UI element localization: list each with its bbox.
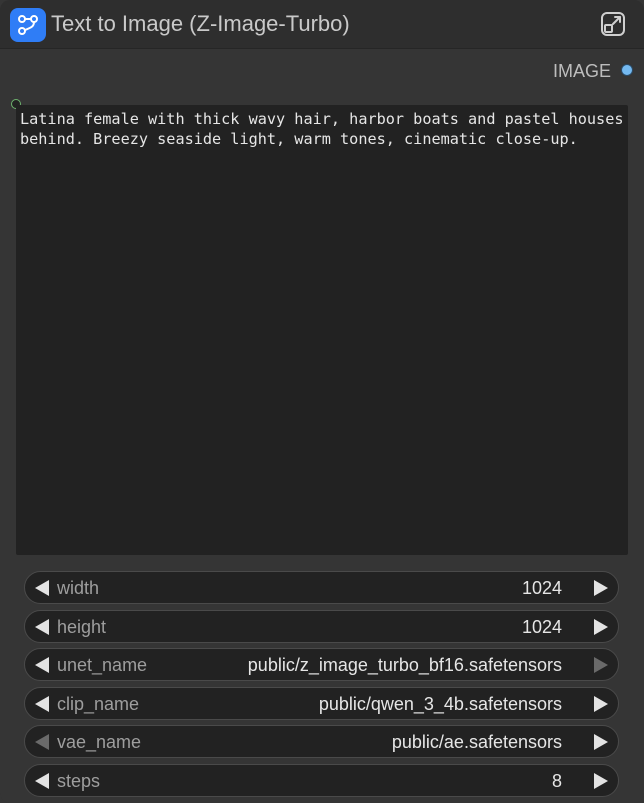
- widget-steps[interactable]: steps 8: [24, 764, 619, 797]
- decrement-arrow-icon[interactable]: [35, 580, 49, 596]
- widget-unet-name[interactable]: unet_name public/z_image_turbo_bf16.safe…: [24, 648, 619, 681]
- widget-width[interactable]: width 1024: [24, 571, 619, 604]
- node-header[interactable]: Text to Image (Z-Image-Turbo): [0, 0, 644, 49]
- subgraph-icon[interactable]: [10, 8, 46, 42]
- prompt-textarea[interactable]: Latina female with thick wavy hair, harb…: [16, 105, 628, 555]
- previous-arrow-icon[interactable]: [35, 657, 49, 673]
- node-title: Text to Image (Z-Image-Turbo): [51, 11, 350, 36]
- next-arrow-icon[interactable]: [594, 657, 608, 673]
- increment-arrow-icon[interactable]: [594, 580, 608, 596]
- widget-value[interactable]: 1024: [522, 578, 562, 599]
- previous-arrow-icon[interactable]: [35, 734, 49, 750]
- widget-value[interactable]: 1024: [522, 617, 562, 638]
- previous-arrow-icon[interactable]: [35, 696, 49, 712]
- widget-label: vae_name: [57, 732, 142, 752]
- widget-label: width: [57, 578, 100, 598]
- widget-value[interactable]: public/ae.safetensors: [392, 732, 562, 753]
- widget-label: steps: [57, 771, 101, 791]
- increment-arrow-icon[interactable]: [594, 619, 608, 635]
- widget-label: height: [57, 617, 107, 637]
- widget-value[interactable]: public/qwen_3_4b.safetensors: [319, 694, 562, 715]
- widget-height[interactable]: height 1024: [24, 610, 619, 643]
- increment-arrow-icon[interactable]: [594, 773, 608, 789]
- widget-vae-name[interactable]: vae_name public/ae.safetensors: [24, 725, 619, 758]
- next-arrow-icon[interactable]: [594, 734, 608, 750]
- next-arrow-icon[interactable]: [594, 696, 608, 712]
- widget-label: clip_name: [57, 694, 140, 714]
- decrement-arrow-icon[interactable]: [35, 773, 49, 789]
- output-slot-image[interactable]: [621, 64, 633, 76]
- widget-clip-name[interactable]: clip_name public/qwen_3_4b.safetensors: [24, 687, 619, 720]
- widget-label: unet_name: [57, 655, 148, 675]
- expand-icon[interactable]: [600, 11, 626, 37]
- decrement-arrow-icon[interactable]: [35, 619, 49, 635]
- node-panel[interactable]: Text to Image (Z-Image-Turbo) IMAGE Lati…: [0, 0, 644, 803]
- widget-value[interactable]: 8: [552, 771, 562, 792]
- output-label-image: IMAGE: [552, 61, 611, 81]
- widget-value[interactable]: public/z_image_turbo_bf16.safetensors: [248, 655, 562, 676]
